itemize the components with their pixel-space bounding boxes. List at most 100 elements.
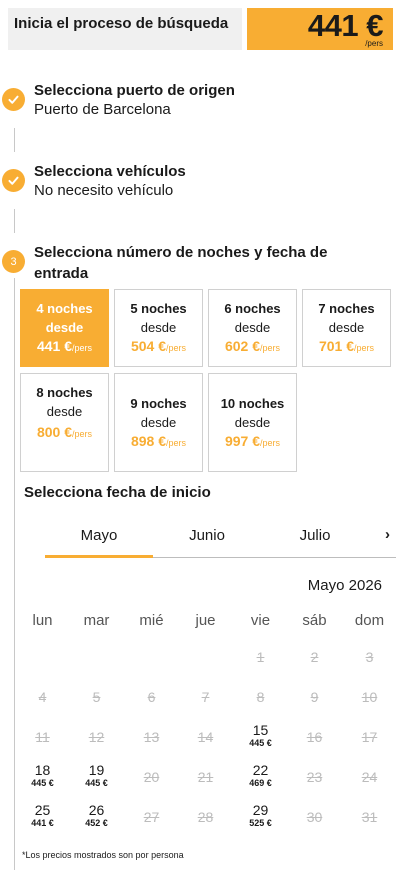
nights-price: 441 €/pers	[36, 338, 93, 354]
check-icon	[2, 88, 25, 111]
calendar-day-number: 25	[34, 802, 51, 818]
calendar-day-number: 26	[88, 802, 105, 818]
calendar-day-number: 18	[34, 762, 51, 778]
calendar-day: 10	[342, 689, 397, 705]
tab-mayo[interactable]: Mayo	[45, 518, 153, 558]
calendar-day-number: 17	[361, 729, 378, 745]
nights-price: 800 €/pers	[36, 424, 93, 440]
nights-from: desde	[45, 320, 84, 335]
nights-option-8[interactable]: 8 noches desde 800 €/pers	[20, 373, 109, 472]
nights-price: 997 €/pers	[224, 433, 281, 449]
date-section-title: Selecciona fecha de inicio	[24, 484, 211, 501]
nights-count: 6 noches	[224, 301, 281, 316]
calendar-day: 31	[342, 809, 397, 825]
calendar-day-number: 15	[252, 722, 269, 738]
calendar-day-number: 9	[310, 689, 319, 705]
calendar-day[interactable]: 25 441 €	[15, 802, 70, 829]
nights-from: desde	[234, 320, 271, 335]
weekday-label: dom	[354, 612, 385, 629]
step-title: Selecciona vehículos	[34, 163, 186, 180]
calendar-day: 14	[178, 729, 233, 745]
nights-from: desde	[140, 320, 177, 335]
calendar-day: 21	[178, 769, 233, 785]
calendar-day: 16	[287, 729, 342, 745]
calendar-day-number: 28	[197, 809, 214, 825]
calendar-day-price: 445 €	[249, 738, 272, 748]
weekday-label: mié	[139, 612, 164, 629]
calendar-day-number: 29	[252, 802, 269, 818]
step-title: Selecciona número de noches y fecha de e…	[34, 244, 328, 282]
header-price-unit: /pers	[365, 39, 383, 48]
calendar-day-number: 12	[88, 729, 105, 745]
nights-option-7[interactable]: 7 noches desde 701 €/pers	[302, 289, 391, 367]
calendar-day[interactable]: 29 525 €	[233, 802, 288, 829]
chevron-right-icon[interactable]: ›	[385, 526, 390, 543]
calendar-day-price: 452 €	[85, 818, 108, 828]
calendar-day: 13	[124, 729, 179, 745]
calendar-day: 2	[287, 649, 342, 665]
calendar-day[interactable]: 26 452 €	[69, 802, 124, 829]
nights-option-9[interactable]: 9 noches desde 898 €/pers	[114, 373, 203, 472]
calendar-day[interactable]: 19 445 €	[69, 762, 124, 789]
calendar-day-number: 2	[310, 649, 319, 665]
calendar-day: 27	[124, 809, 179, 825]
calendar-day: 7	[178, 689, 233, 705]
weekday-label: jue	[195, 612, 216, 629]
calendar-day-number: 21	[197, 769, 214, 785]
calendar-day: 17	[342, 729, 397, 745]
calendar-day-number: 22	[252, 762, 269, 778]
calendar-day: 6	[124, 689, 179, 705]
calendar-day[interactable]: 18 445 €	[15, 762, 70, 789]
check-icon	[2, 169, 25, 192]
step-value: Puerto de Barcelona	[34, 101, 171, 118]
calendar-day-number: 10	[361, 689, 378, 705]
calendar-day: 30	[287, 809, 342, 825]
calendar-day-price: 441 €	[31, 818, 54, 828]
nights-count: 7 noches	[318, 301, 375, 316]
calendar-day: 3	[342, 649, 397, 665]
nights-option-10[interactable]: 10 noches desde 997 €/pers	[208, 373, 297, 472]
calendar-day[interactable]: 22 469 €	[233, 762, 288, 789]
calendar-day-number: 24	[361, 769, 378, 785]
calendar-day-price: 469 €	[249, 778, 272, 788]
calendar-day-price: 445 €	[85, 778, 108, 788]
step-value: No necesito vehículo	[34, 182, 174, 199]
nights-from: desde	[46, 404, 83, 419]
nights-from: desde	[328, 320, 365, 335]
tab-julio[interactable]: Julio	[261, 518, 369, 558]
calendar-day[interactable]: 15 445 €	[233, 722, 288, 749]
calendar-day-number: 1	[256, 649, 265, 665]
calendar-day: 28	[178, 809, 233, 825]
calendar-day-number: 19	[88, 762, 105, 778]
calendar-day-number: 13	[143, 729, 160, 745]
calendar-day: 24	[342, 769, 397, 785]
calendar-day: 1	[233, 649, 288, 665]
calendar-day: 5	[69, 689, 124, 705]
weekday-label: lun	[32, 612, 53, 629]
nights-from: desde	[140, 415, 177, 430]
nights-price: 701 €/pers	[318, 338, 375, 354]
calendar-day-number: 7	[201, 689, 210, 705]
nights-option-4[interactable]: 4 noches desde 441 €/pers	[20, 289, 109, 367]
nights-count: 4 noches	[36, 301, 93, 316]
calendar-day-number: 5	[92, 689, 101, 705]
nights-option-5[interactable]: 5 noches desde 504 €/pers	[114, 289, 203, 367]
calendar-day: 23	[287, 769, 342, 785]
step-title: Selecciona puerto de origen	[34, 82, 235, 99]
calendar-day-number: 20	[143, 769, 160, 785]
nights-count: 10 noches	[220, 396, 285, 411]
calendar-day: 12	[69, 729, 124, 745]
step-number-badge: 3	[2, 250, 25, 273]
price-footnote: *Los precios mostrados son por persona	[22, 850, 184, 860]
tab-junio[interactable]: Junio	[153, 518, 261, 558]
month-tabs: Mayo Junio Julio ›	[45, 518, 396, 558]
calendar-day-price: 525 €	[249, 818, 272, 828]
calendar-day-price: 445 €	[31, 778, 54, 788]
calendar-day: 20	[124, 769, 179, 785]
calendar-day-number: 8	[256, 689, 265, 705]
nights-option-6[interactable]: 6 noches desde 602 €/pers	[208, 289, 297, 367]
calendar-day-number: 3	[365, 649, 374, 665]
calendar-month-title: Mayo 2026	[307, 577, 382, 594]
header-price-box: 441 € /pers	[247, 8, 393, 50]
calendar-day-number: 4	[38, 689, 47, 705]
